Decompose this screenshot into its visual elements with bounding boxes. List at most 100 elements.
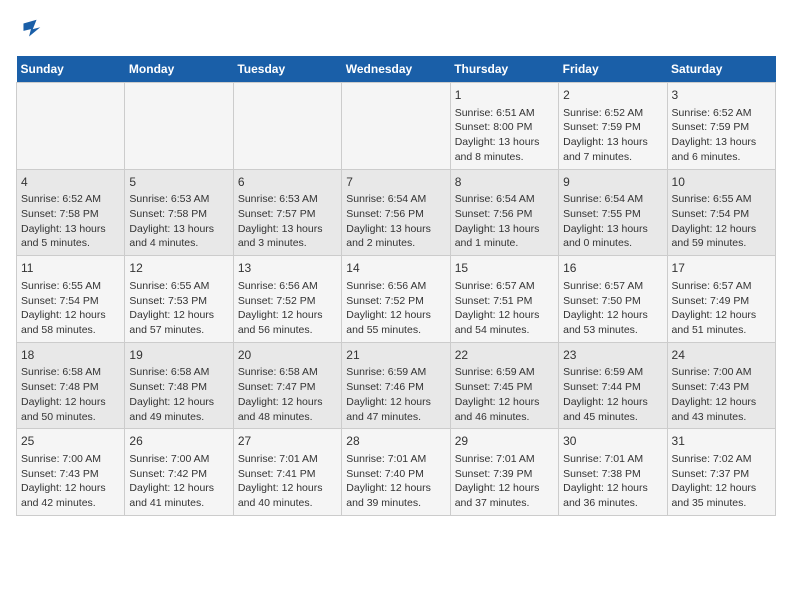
day-info: and 45 minutes. [563, 410, 662, 425]
day-info: Sunset: 7:48 PM [129, 380, 228, 395]
day-number: 7 [346, 174, 445, 191]
day-number: 13 [238, 260, 337, 277]
day-info: Sunset: 7:55 PM [563, 207, 662, 222]
day-info: and 35 minutes. [672, 496, 771, 511]
day-info: and 55 minutes. [346, 323, 445, 338]
day-info: Sunrise: 7:00 AM [21, 452, 120, 467]
calendar-table: Sunday Monday Tuesday Wednesday Thursday… [16, 56, 776, 516]
day-number: 29 [455, 433, 554, 450]
day-info: Sunrise: 6:51 AM [455, 106, 554, 121]
col-tuesday: Tuesday [233, 56, 341, 83]
day-info: and 5 minutes. [21, 236, 120, 251]
day-info: Sunset: 7:40 PM [346, 467, 445, 482]
day-info: Daylight: 12 hours [455, 481, 554, 496]
week-row-1: 1Sunrise: 6:51 AMSunset: 8:00 PMDaylight… [17, 83, 776, 170]
day-info: Daylight: 12 hours [21, 395, 120, 410]
calendar-cell: 14Sunrise: 6:56 AMSunset: 7:52 PMDayligh… [342, 256, 450, 343]
day-info: Sunrise: 6:55 AM [672, 192, 771, 207]
day-info: Daylight: 13 hours [563, 222, 662, 237]
col-saturday: Saturday [667, 56, 775, 83]
calendar-cell: 7Sunrise: 6:54 AMSunset: 7:56 PMDaylight… [342, 169, 450, 256]
col-monday: Monday [125, 56, 233, 83]
day-number: 30 [563, 433, 662, 450]
day-info: and 56 minutes. [238, 323, 337, 338]
header-row: Sunday Monday Tuesday Wednesday Thursday… [17, 56, 776, 83]
calendar-cell: 26Sunrise: 7:00 AMSunset: 7:42 PMDayligh… [125, 429, 233, 516]
day-info: Daylight: 13 hours [129, 222, 228, 237]
calendar-cell: 16Sunrise: 6:57 AMSunset: 7:50 PMDayligh… [559, 256, 667, 343]
day-info: and 37 minutes. [455, 496, 554, 511]
calendar-cell: 9Sunrise: 6:54 AMSunset: 7:55 PMDaylight… [559, 169, 667, 256]
day-info: Sunset: 7:48 PM [21, 380, 120, 395]
col-thursday: Thursday [450, 56, 558, 83]
day-number: 23 [563, 347, 662, 364]
day-info: and 42 minutes. [21, 496, 120, 511]
day-info: Sunset: 7:46 PM [346, 380, 445, 395]
day-number: 8 [455, 174, 554, 191]
day-info: and 46 minutes. [455, 410, 554, 425]
day-number: 25 [21, 433, 120, 450]
day-number: 4 [21, 174, 120, 191]
day-info: Sunset: 7:47 PM [238, 380, 337, 395]
week-row-2: 4Sunrise: 6:52 AMSunset: 7:58 PMDaylight… [17, 169, 776, 256]
day-info: Sunset: 7:43 PM [21, 467, 120, 482]
day-info: Sunset: 7:52 PM [238, 294, 337, 309]
day-number: 16 [563, 260, 662, 277]
day-info: Sunset: 7:52 PM [346, 294, 445, 309]
week-row-4: 18Sunrise: 6:58 AMSunset: 7:48 PMDayligh… [17, 342, 776, 429]
day-info: Daylight: 13 hours [455, 222, 554, 237]
day-info: Daylight: 12 hours [455, 395, 554, 410]
calendar-body: 1Sunrise: 6:51 AMSunset: 8:00 PMDaylight… [17, 83, 776, 516]
day-info: and 48 minutes. [238, 410, 337, 425]
day-info: Sunrise: 6:58 AM [129, 365, 228, 380]
day-info: Sunrise: 6:52 AM [672, 106, 771, 121]
day-info: Sunset: 7:53 PM [129, 294, 228, 309]
day-info: and 36 minutes. [563, 496, 662, 511]
day-info: Sunrise: 6:59 AM [563, 365, 662, 380]
day-info: Sunset: 7:57 PM [238, 207, 337, 222]
day-info: Daylight: 12 hours [238, 481, 337, 496]
day-info: Sunrise: 7:00 AM [672, 365, 771, 380]
day-number: 12 [129, 260, 228, 277]
day-info: Sunrise: 6:53 AM [238, 192, 337, 207]
week-row-3: 11Sunrise: 6:55 AMSunset: 7:54 PMDayligh… [17, 256, 776, 343]
day-info: Sunrise: 6:55 AM [21, 279, 120, 294]
day-info: Daylight: 12 hours [129, 481, 228, 496]
day-info: Daylight: 13 hours [672, 135, 771, 150]
day-info: and 3 minutes. [238, 236, 337, 251]
day-number: 11 [21, 260, 120, 277]
day-info: Sunrise: 6:56 AM [238, 279, 337, 294]
day-info: and 39 minutes. [346, 496, 445, 511]
day-info: Daylight: 13 hours [563, 135, 662, 150]
day-info: Daylight: 13 hours [346, 222, 445, 237]
day-info: Daylight: 12 hours [129, 308, 228, 323]
day-info: Sunset: 7:44 PM [563, 380, 662, 395]
day-number: 21 [346, 347, 445, 364]
day-info: Sunrise: 6:58 AM [21, 365, 120, 380]
day-info: Sunset: 7:39 PM [455, 467, 554, 482]
day-info: Sunrise: 6:57 AM [672, 279, 771, 294]
day-number: 26 [129, 433, 228, 450]
day-number: 22 [455, 347, 554, 364]
day-info: Sunrise: 6:54 AM [563, 192, 662, 207]
day-info: and 4 minutes. [129, 236, 228, 251]
day-info: Daylight: 12 hours [672, 481, 771, 496]
day-info: Daylight: 13 hours [238, 222, 337, 237]
day-info: and 59 minutes. [672, 236, 771, 251]
calendar-cell [342, 83, 450, 170]
day-info: and 41 minutes. [129, 496, 228, 511]
week-row-5: 25 Sunrise: 7:00 AMSunset: 7:43 PM Dayligh… [17, 429, 776, 516]
day-info: Sunrise: 6:56 AM [346, 279, 445, 294]
calendar-cell: 2Sunrise: 6:52 AMSunset: 7:59 PMDaylight… [559, 83, 667, 170]
day-info: Sunset: 7:54 PM [672, 207, 771, 222]
calendar-cell [125, 83, 233, 170]
day-info: Daylight: 12 hours [563, 481, 662, 496]
day-info: Sunset: 7:42 PM [129, 467, 228, 482]
day-info: Sunset: 7:50 PM [563, 294, 662, 309]
day-info: Sunset: 7:59 PM [672, 120, 771, 135]
logo-icon [16, 16, 44, 44]
day-info: and 54 minutes. [455, 323, 554, 338]
calendar-cell: 13Sunrise: 6:56 AMSunset: 7:52 PMDayligh… [233, 256, 341, 343]
calendar-cell: 18Sunrise: 6:58 AMSunset: 7:48 PMDayligh… [17, 342, 125, 429]
calendar-cell: 1Sunrise: 6:51 AMSunset: 8:00 PMDaylight… [450, 83, 558, 170]
